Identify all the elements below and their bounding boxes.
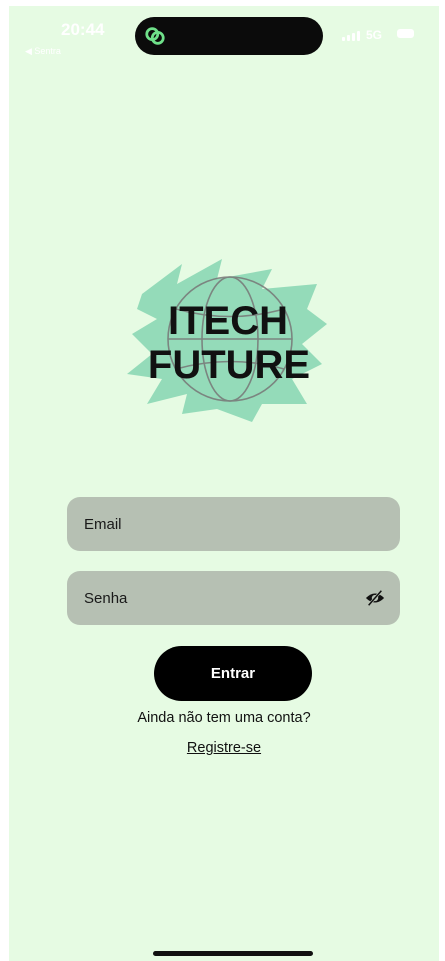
back-to-app-link[interactable]: ◀ Sentra xyxy=(25,46,61,57)
logo-text-line2: FUTURE xyxy=(148,343,310,387)
dynamic-island[interactable] xyxy=(135,17,323,55)
status-bar: 20:44 ◀ Sentra 5G xyxy=(9,6,439,66)
email-input[interactable] xyxy=(82,514,346,534)
email-field[interactable] xyxy=(67,497,400,551)
signal-icon xyxy=(342,31,360,41)
app-screen: 20:44 ◀ Sentra 5G ITECH FUTURE Email Ent… xyxy=(9,6,439,961)
register-link[interactable]: Registre-se xyxy=(9,740,439,756)
home-indicator[interactable] xyxy=(153,951,313,956)
password-input[interactable] xyxy=(82,588,346,608)
logo-text-line1: ITECH xyxy=(168,299,288,343)
battery-icon xyxy=(397,29,414,38)
itech-future-logo: ITECH FUTURE xyxy=(127,259,327,422)
password-field[interactable] xyxy=(67,571,400,625)
eye-slash-icon[interactable] xyxy=(364,588,386,608)
no-account-text: Ainda não tem uma conta? xyxy=(137,710,311,726)
login-button[interactable]: Entrar xyxy=(154,646,312,701)
status-time: 20:44 xyxy=(61,20,105,39)
link-chain-icon xyxy=(145,27,165,45)
network-type: 5G xyxy=(366,28,383,42)
